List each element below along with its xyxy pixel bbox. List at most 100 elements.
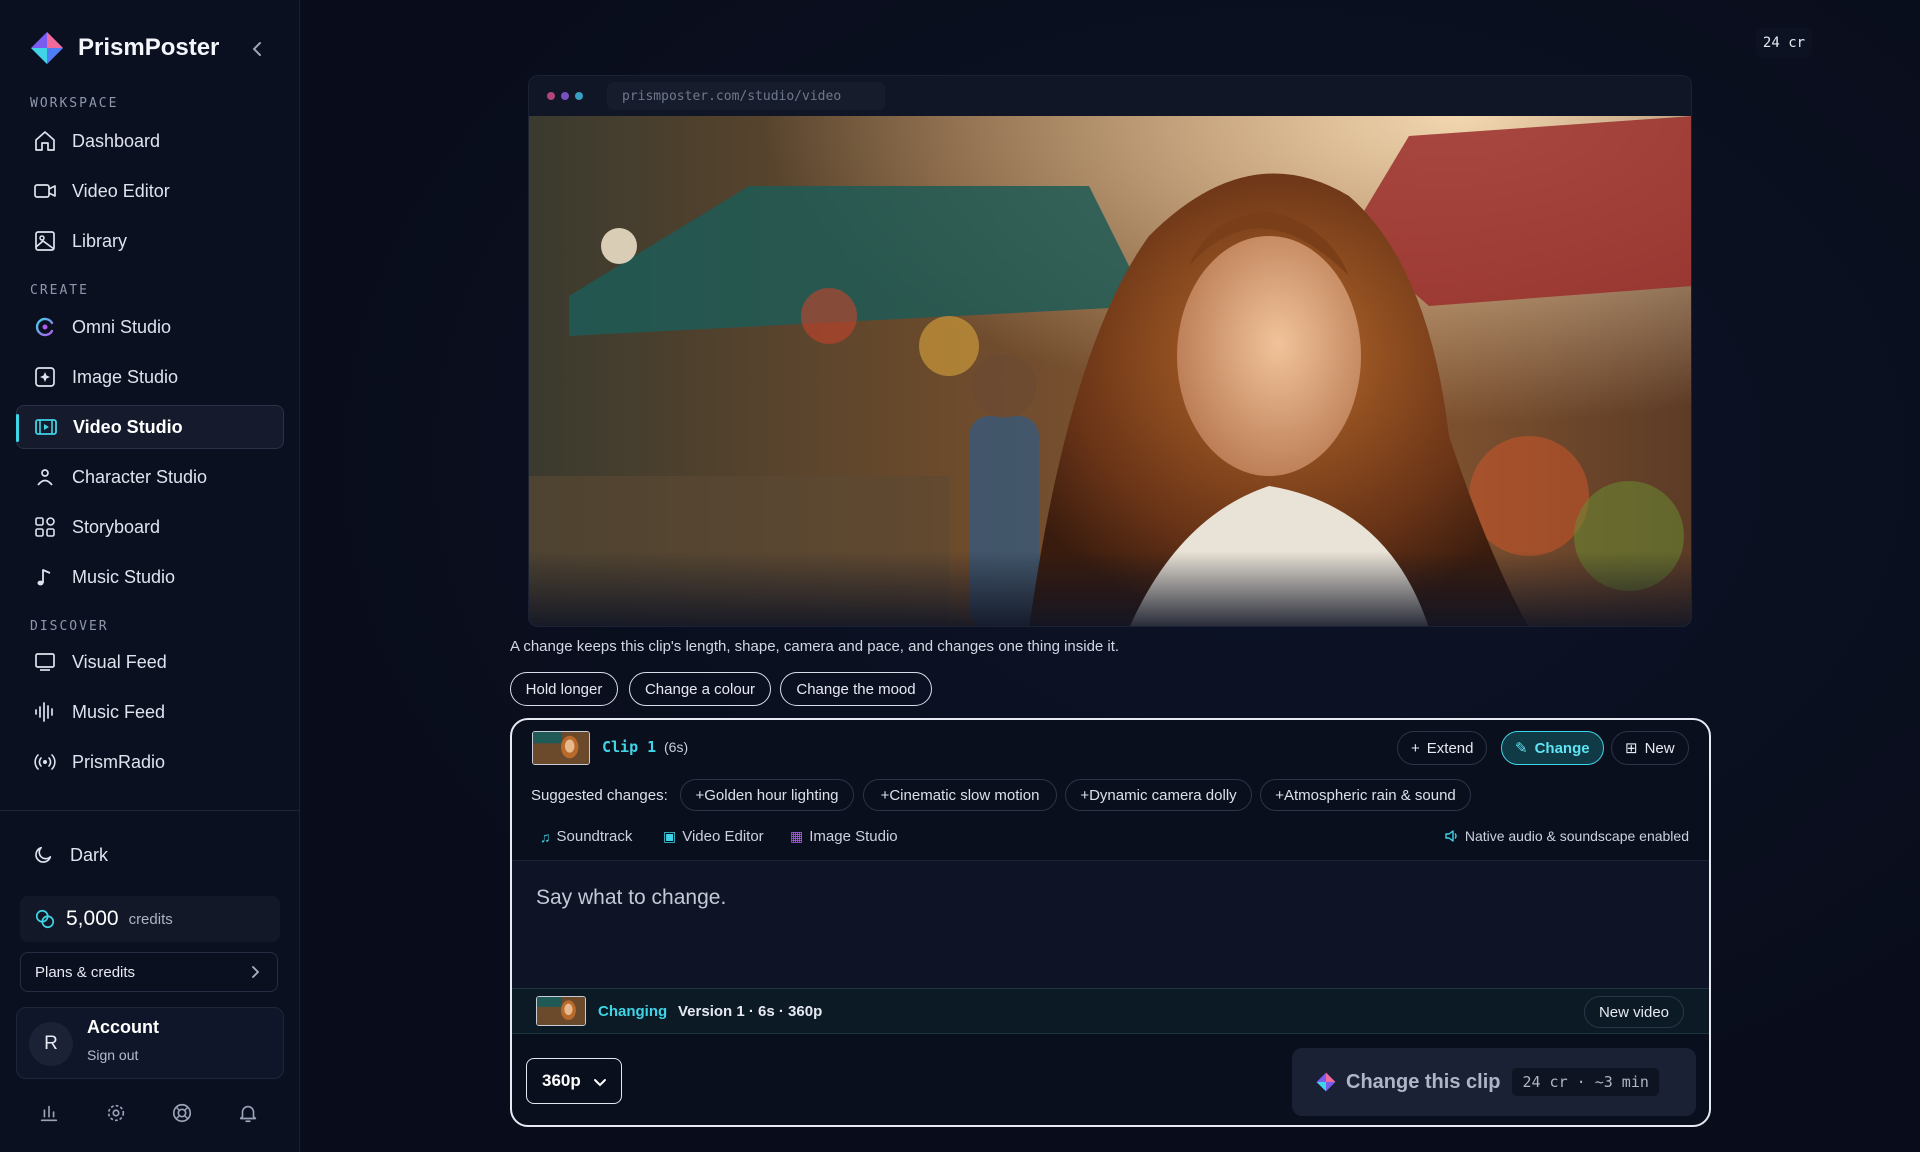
omni-icon	[32, 314, 58, 340]
video-camera-icon	[32, 178, 58, 204]
sidebar-item-label: Character Studio	[72, 466, 208, 487]
sidebar-item-omni-studio[interactable]: Omni Studio	[16, 305, 284, 349]
chevron-down-icon	[594, 1079, 606, 1087]
image-icon	[32, 228, 58, 254]
change-button[interactable]: ✎ Change	[1501, 731, 1604, 765]
sidebar-item-label: PrismRadio	[72, 751, 166, 772]
radio-icon	[32, 749, 58, 775]
sidebar-item-music-studio[interactable]: Music Studio	[16, 555, 284, 599]
sidebar-item-video-studio[interactable]: Video Studio	[16, 405, 284, 449]
window-dot-icon	[547, 92, 555, 100]
quick-chip-change-colour[interactable]: Change a colour	[629, 672, 771, 706]
version-thumbnail[interactable]	[536, 996, 586, 1026]
collapse-sidebar-icon[interactable]	[246, 38, 268, 60]
suggestion-chip[interactable]: +Dynamic camera dolly	[1065, 779, 1252, 811]
change-label: Change	[1534, 739, 1590, 757]
home-icon	[32, 128, 58, 154]
clapper-icon: ▣	[663, 828, 677, 844]
image-sparkle-icon	[32, 364, 58, 390]
quick-chip-hold-longer[interactable]: Hold longer	[510, 672, 618, 706]
sidebar-item-video-editor[interactable]: Video Editor	[16, 169, 284, 213]
credits-balance: 5,000 credits	[20, 896, 280, 942]
sidebar-item-image-studio[interactable]: Image Studio	[16, 355, 284, 399]
quick-chip-change-mood[interactable]: Change the mood	[780, 672, 932, 706]
plans-credits-button[interactable]: Plans & credits	[20, 952, 278, 992]
video-editor-link[interactable]: ▣ Video Editor	[663, 828, 764, 845]
extend-label: Extend	[1426, 739, 1474, 757]
account-name: Account	[87, 1017, 159, 1037]
sidebar-item-label: Visual Feed	[72, 651, 167, 672]
soundtrack-link[interactable]: ♫ Soundtrack	[540, 828, 632, 845]
new-label: New	[1644, 739, 1675, 757]
theme-toggle[interactable]: Dark	[32, 840, 108, 870]
section-label-discover: DISCOVER	[30, 619, 109, 634]
gear-icon[interactable]	[105, 1102, 127, 1124]
grid-icon	[32, 514, 58, 540]
clip-thumbnail[interactable]	[532, 731, 590, 765]
sidebar-item-label: Image Studio	[72, 366, 179, 387]
monitor-icon	[32, 649, 58, 675]
sign-out-link[interactable]: Sign out	[87, 1047, 138, 1063]
video-preview[interactable]	[529, 116, 1691, 626]
bell-icon[interactable]	[237, 1102, 259, 1124]
account-card[interactable]: R Account Sign out	[16, 1007, 284, 1079]
sidebar-item-label: Storyboard	[72, 516, 161, 537]
prism-icon	[1316, 1072, 1336, 1092]
image-studio-label: Image Studio	[809, 828, 898, 845]
waveform-icon	[32, 699, 58, 725]
theme-label: Dark	[70, 844, 109, 865]
extend-button[interactable]: + Extend	[1397, 731, 1488, 765]
sidebar-item-music-feed[interactable]: Music Feed	[16, 690, 284, 734]
section-label-workspace: WORKSPACE	[30, 96, 119, 111]
app-name: PrismPoster	[78, 34, 220, 61]
chevron-right-icon	[252, 966, 260, 978]
clip-label: Clip 1	[602, 738, 657, 756]
version-bar: Changing Version 1 · 6s · 360p New video	[512, 988, 1709, 1034]
soundtrack-label: Soundtrack	[556, 828, 633, 845]
window-dot-icon	[561, 92, 569, 100]
cost-estimate: 24 cr · ~3 min	[1512, 1068, 1659, 1096]
avatar: R	[29, 1022, 73, 1066]
new-square-icon: ⊞	[1625, 740, 1638, 757]
sidebar-item-dashboard[interactable]: Dashboard	[16, 119, 284, 163]
change-prompt-input[interactable]	[536, 886, 1676, 910]
person-icon	[32, 464, 58, 490]
prism-logo-icon	[31, 32, 63, 64]
plus-icon: +	[1411, 739, 1420, 757]
change-this-clip-button[interactable]: Change this clip 24 cr · ~3 min	[1292, 1048, 1696, 1116]
help-icon[interactable]	[171, 1102, 193, 1124]
clip-duration: (6s)	[664, 739, 689, 755]
suggestion-chip[interactable]: +Golden hour lighting	[680, 779, 854, 811]
resolution-select[interactable]: 360p	[526, 1058, 622, 1104]
analytics-icon[interactable]	[38, 1102, 60, 1124]
music-note-icon	[32, 564, 58, 590]
browser-bar: prismposter.com/studio/video	[529, 76, 1691, 116]
brand[interactable]: PrismPoster	[30, 30, 219, 66]
sidebar-footer-icons	[0, 1100, 300, 1128]
sidebar-item-prismradio[interactable]: PrismRadio	[16, 740, 284, 784]
plans-label: Plans & credits	[35, 963, 136, 981]
window-dot-icon	[575, 92, 583, 100]
resolution-value: 360p	[542, 1071, 581, 1090]
coins-icon	[35, 909, 55, 929]
credits-amount: 5,000	[66, 907, 119, 930]
suggestions-label: Suggested changes:	[531, 787, 668, 804]
version-info: Version 1 · 6s · 360p	[678, 1003, 823, 1020]
sidebar-item-storyboard[interactable]: Storyboard	[16, 505, 284, 549]
new-button[interactable]: ⊞ New	[1611, 731, 1689, 765]
new-video-button[interactable]: New video	[1584, 996, 1684, 1028]
sidebar-item-label: Library	[72, 230, 128, 251]
sidebar: PrismPoster WORKSPACE Dashboard Video Ed…	[0, 0, 300, 1152]
video-preview-frame: prismposter.com/studio/video	[528, 75, 1692, 627]
sidebar-item-visual-feed[interactable]: Visual Feed	[16, 640, 284, 684]
speaker-icon	[1445, 830, 1457, 842]
video-frame-image	[529, 116, 1691, 626]
image-icon: ▦	[790, 828, 804, 844]
sidebar-item-label: Music Studio	[72, 566, 176, 587]
suggestion-chip[interactable]: +Cinematic slow motion	[863, 779, 1057, 811]
image-studio-link[interactable]: ▦ Image Studio	[790, 828, 898, 845]
sidebar-item-label: Video Editor	[72, 180, 170, 201]
sidebar-item-character-studio[interactable]: Character Studio	[16, 455, 284, 499]
sidebar-item-library[interactable]: Library	[16, 219, 284, 263]
suggestion-chip[interactable]: +Atmospheric rain & sound	[1260, 779, 1471, 811]
